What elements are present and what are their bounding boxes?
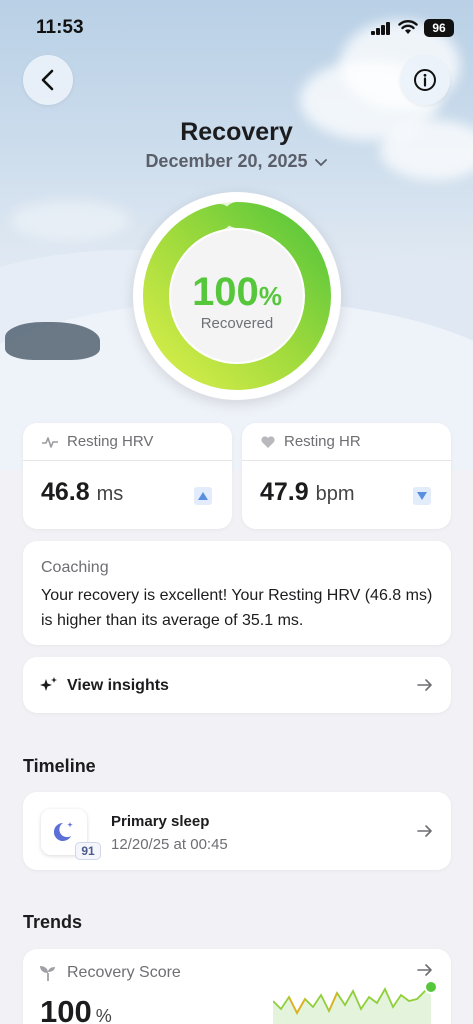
resting-hrv-card[interactable]: Resting HRV 46.8 ms	[23, 423, 232, 529]
metric-value: 47.9	[260, 478, 309, 506]
sleep-score-badge: 91	[75, 842, 101, 860]
status-bar: 11:53 96	[0, 0, 473, 54]
wifi-icon	[398, 20, 418, 34]
heart-icon	[261, 435, 275, 448]
info-button[interactable]	[400, 55, 450, 105]
resting-hr-card[interactable]: Resting HR 47.9 bpm	[242, 423, 451, 529]
recovery-ring[interactable]: 100% Recovered	[133, 192, 341, 400]
back-button[interactable]	[23, 55, 73, 105]
recovery-unit: %	[258, 281, 282, 311]
recovery-score-card[interactable]: Recovery Score 100%	[23, 949, 451, 1024]
arrow-right-icon	[417, 679, 432, 691]
info-icon	[414, 69, 436, 91]
arrow-right-icon	[417, 964, 432, 976]
sparkles-icon	[40, 677, 57, 691]
status-time: 11:53	[36, 17, 84, 38]
coaching-card: Coaching Your recovery is excellent! You…	[23, 541, 451, 645]
date-label: December 20, 2025	[145, 151, 308, 171]
recovery-value: 100	[192, 270, 259, 314]
metric-unit: ms	[96, 483, 124, 505]
metric-unit: bpm	[315, 483, 355, 505]
recovery-label: Recovered	[200, 315, 274, 332]
recovery-score-value: 100	[40, 994, 92, 1024]
recovery-score-unit: %	[95, 1006, 112, 1024]
page-title: Recovery	[180, 118, 293, 146]
trends-heading: Trends	[23, 912, 83, 932]
heartbeat-icon	[42, 436, 58, 448]
date-selector[interactable]: December 20, 2025	[0, 151, 473, 173]
arrow-right-icon	[417, 825, 432, 837]
primary-sleep-item[interactable]: 91 Primary sleep 12/20/25 at 00:45	[23, 792, 451, 870]
insights-label: View insights	[67, 677, 169, 694]
timeline-heading: Timeline	[23, 756, 96, 776]
chevron-down-icon	[314, 152, 328, 173]
sleep-title: Primary sleep	[111, 813, 210, 830]
metric-label: Resting HRV	[67, 433, 154, 450]
recovery-score-label: Recovery Score	[67, 964, 181, 981]
view-insights-button[interactable]: View insights	[23, 657, 451, 713]
coaching-label: Coaching	[41, 559, 109, 576]
cellular-signal-icon	[371, 22, 391, 35]
coaching-text: Your recovery is excellent! Your Resting…	[41, 587, 433, 629]
metric-label: Resting HR	[284, 433, 361, 450]
metric-value: 46.8	[41, 478, 90, 506]
battery-indicator: 96	[424, 19, 454, 37]
trend-up-icon	[194, 487, 212, 505]
sleep-timestamp: 12/20/25 at 00:45	[111, 836, 228, 853]
trend-down-icon	[413, 487, 431, 505]
chevron-left-icon	[41, 69, 54, 91]
sprout-icon	[40, 966, 55, 981]
recovery-trend-sparkline	[273, 980, 438, 1024]
